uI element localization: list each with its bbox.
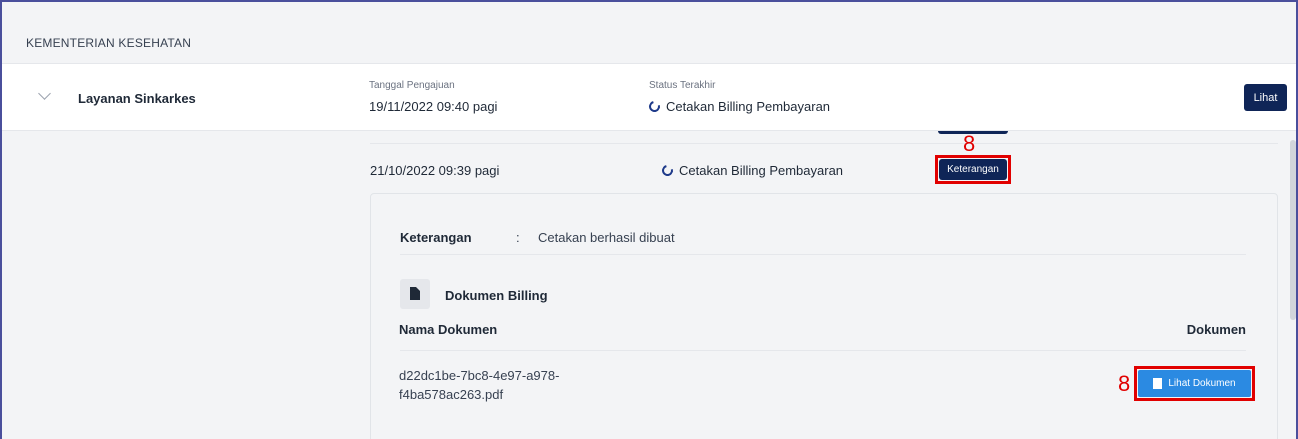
annotation-number: 8 [963, 131, 976, 156]
history-status: Cetakan Billing Pembayaran [659, 162, 844, 179]
status-label: Status Terakhir [649, 80, 716, 91]
document-icon [410, 287, 420, 300]
file-name: d22dc1be-7bc8-4e97-a978- f4ba578ac263.pd… [399, 366, 559, 404]
organization-title: KEMENTERIAN KESEHATAN [26, 36, 192, 50]
service-name: Layanan Sinkarkes [78, 91, 196, 106]
submitted-date-value: 19/11/2022 09:40 pagi [369, 99, 498, 114]
history-divider [370, 143, 1278, 144]
note-label: Keterangan [400, 230, 472, 245]
view-document-label: Lihat Dokumen [1168, 378, 1236, 389]
view-document-button[interactable]: Lihat Dokumen [1138, 370, 1251, 397]
file-icon [1153, 378, 1163, 389]
history-status-text: Cetakan Billing Pembayaran [679, 163, 844, 178]
scrollbar[interactable] [1290, 140, 1296, 320]
loading-ring-icon [646, 98, 663, 115]
info-button[interactable]: Keterangan [939, 159, 1007, 180]
chevron-down-icon[interactable] [38, 87, 51, 100]
detail-divider [400, 254, 1246, 255]
note-separator: : [516, 230, 520, 245]
column-header-name: Nama Dokumen [399, 322, 498, 337]
loading-ring-icon [659, 162, 676, 179]
section-title: Dokumen Billing [445, 288, 548, 303]
file-name-line-2: f4ba578ac263.pdf [399, 387, 504, 402]
organization-header: KEMENTERIAN KESEHATAN [2, 2, 1296, 64]
file-name-line-1: d22dc1be-7bc8-4e97-a978- [399, 368, 560, 383]
service-row[interactable]: Layanan Sinkarkes Tanggal Pengajuan 19/1… [2, 64, 1296, 131]
history-date: 21/10/2022 09:39 pagi [370, 163, 500, 178]
status-value: Cetakan Billing Pembayaran [646, 98, 831, 115]
view-button[interactable]: Lihat [1244, 84, 1287, 111]
document-icon-box [400, 279, 430, 309]
table-divider [400, 350, 1246, 351]
annotation-number: 8 [1118, 371, 1131, 396]
note-value: Cetakan berhasil dibuat [538, 230, 675, 245]
column-header-document: Dokumen [1186, 322, 1246, 337]
submitted-date-label: Tanggal Pengajuan [369, 80, 455, 91]
status-text: Cetakan Billing Pembayaran [666, 99, 831, 114]
